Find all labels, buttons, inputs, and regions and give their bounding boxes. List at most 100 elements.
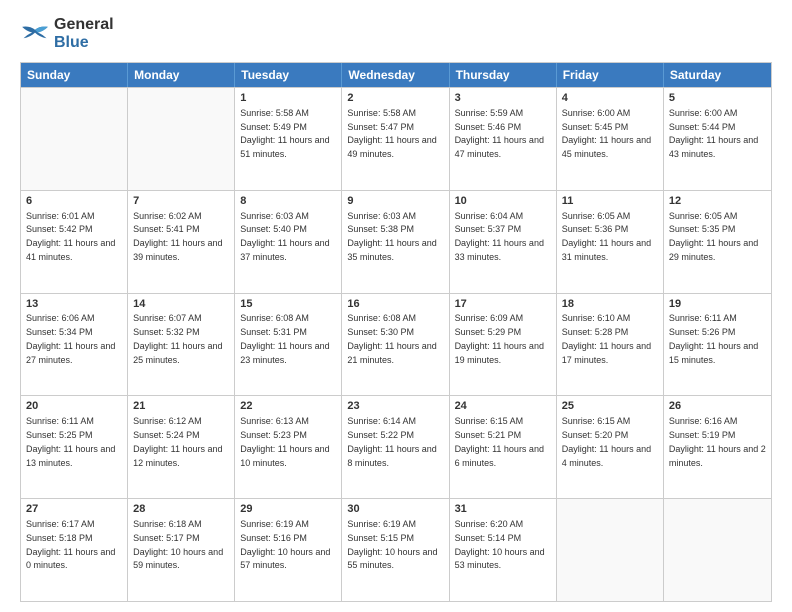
day-number: 16 [347, 297, 443, 312]
cell-text: Sunset: 5:29 PM [455, 327, 522, 337]
logo-bird-icon [20, 24, 50, 44]
cell-text: Daylight: 11 hours and 6 minutes. [455, 444, 544, 468]
cell-text: Daylight: 11 hours and 13 minutes. [26, 444, 115, 468]
calendar-cell: 8Sunrise: 6:03 AMSunset: 5:40 PMDaylight… [235, 191, 342, 293]
cell-text: Sunrise: 6:13 AM [240, 416, 309, 426]
day-number: 17 [455, 297, 551, 312]
cell-text: Sunset: 5:22 PM [347, 430, 414, 440]
cell-text: Sunrise: 6:12 AM [133, 416, 202, 426]
calendar-cell: 16Sunrise: 6:08 AMSunset: 5:30 PMDayligh… [342, 294, 449, 396]
day-number: 20 [26, 399, 122, 414]
day-number: 22 [240, 399, 336, 414]
calendar-cell: 10Sunrise: 6:04 AMSunset: 5:37 PMDayligh… [450, 191, 557, 293]
cell-text: Sunrise: 6:00 AM [669, 108, 738, 118]
cell-text: Daylight: 11 hours and 37 minutes. [240, 238, 329, 262]
cal-header-day: Wednesday [342, 63, 449, 87]
cell-text: Daylight: 11 hours and 2 minutes. [669, 444, 766, 468]
cell-text: Daylight: 11 hours and 49 minutes. [347, 135, 436, 159]
cell-text: Sunset: 5:42 PM [26, 224, 93, 234]
header: General Blue [20, 16, 772, 52]
calendar-cell: 28Sunrise: 6:18 AMSunset: 5:17 PMDayligh… [128, 499, 235, 601]
cell-text: Daylight: 11 hours and 41 minutes. [26, 238, 115, 262]
cell-text: Daylight: 11 hours and 0 minutes. [26, 547, 115, 571]
cell-text: Daylight: 11 hours and 4 minutes. [562, 444, 651, 468]
cal-header-day: Monday [128, 63, 235, 87]
cal-header-day: Tuesday [235, 63, 342, 87]
day-number: 11 [562, 194, 658, 209]
cell-text: Sunset: 5:26 PM [669, 327, 736, 337]
cell-text: Sunset: 5:24 PM [133, 430, 200, 440]
calendar-cell: 17Sunrise: 6:09 AMSunset: 5:29 PMDayligh… [450, 294, 557, 396]
day-number: 6 [26, 194, 122, 209]
calendar-cell: 22Sunrise: 6:13 AMSunset: 5:23 PMDayligh… [235, 396, 342, 498]
calendar-cell: 25Sunrise: 6:15 AMSunset: 5:20 PMDayligh… [557, 396, 664, 498]
cell-text: Sunrise: 6:16 AM [669, 416, 738, 426]
cell-text: Sunrise: 6:15 AM [455, 416, 524, 426]
cal-header-day: Thursday [450, 63, 557, 87]
calendar-cell: 20Sunrise: 6:11 AMSunset: 5:25 PMDayligh… [21, 396, 128, 498]
day-number: 8 [240, 194, 336, 209]
calendar-row: 20Sunrise: 6:11 AMSunset: 5:25 PMDayligh… [21, 395, 771, 498]
day-number: 5 [669, 91, 766, 106]
logo-blue: Blue [54, 34, 89, 51]
cell-text: Daylight: 11 hours and 31 minutes. [562, 238, 651, 262]
calendar-cell: 3Sunrise: 5:59 AMSunset: 5:46 PMDaylight… [450, 88, 557, 190]
cell-text: Sunrise: 6:08 AM [240, 313, 309, 323]
cell-text: Sunset: 5:35 PM [669, 224, 736, 234]
cell-text: Sunrise: 6:19 AM [240, 519, 309, 529]
cell-text: Sunset: 5:37 PM [455, 224, 522, 234]
logo: General Blue [20, 16, 114, 52]
cell-text: Sunrise: 6:14 AM [347, 416, 416, 426]
cell-text: Daylight: 10 hours and 57 minutes. [240, 547, 330, 571]
calendar-cell: 29Sunrise: 6:19 AMSunset: 5:16 PMDayligh… [235, 499, 342, 601]
calendar-cell: 5Sunrise: 6:00 AMSunset: 5:44 PMDaylight… [664, 88, 771, 190]
cell-text: Daylight: 11 hours and 25 minutes. [133, 341, 222, 365]
cell-text: Sunrise: 6:04 AM [455, 211, 524, 221]
page: General Blue SundayMondayTuesdayWednesda… [0, 0, 792, 612]
calendar-cell [128, 88, 235, 190]
calendar-cell: 19Sunrise: 6:11 AMSunset: 5:26 PMDayligh… [664, 294, 771, 396]
cell-text: Sunset: 5:40 PM [240, 224, 307, 234]
cell-text: Sunrise: 6:11 AM [669, 313, 737, 323]
cell-text: Sunrise: 6:10 AM [562, 313, 631, 323]
day-number: 14 [133, 297, 229, 312]
cal-header-day: Saturday [664, 63, 771, 87]
day-number: 15 [240, 297, 336, 312]
day-number: 23 [347, 399, 443, 414]
cell-text: Daylight: 11 hours and 21 minutes. [347, 341, 436, 365]
day-number: 2 [347, 91, 443, 106]
calendar-cell [664, 499, 771, 601]
day-number: 30 [347, 502, 443, 517]
cell-text: Daylight: 10 hours and 55 minutes. [347, 547, 437, 571]
cell-text: Daylight: 11 hours and 19 minutes. [455, 341, 544, 365]
cell-text: Sunrise: 5:58 AM [240, 108, 309, 118]
calendar-cell: 7Sunrise: 6:02 AMSunset: 5:41 PMDaylight… [128, 191, 235, 293]
day-number: 26 [669, 399, 766, 414]
cell-text: Sunset: 5:32 PM [133, 327, 200, 337]
cell-text: Daylight: 11 hours and 39 minutes. [133, 238, 222, 262]
day-number: 31 [455, 502, 551, 517]
cell-text: Daylight: 11 hours and 43 minutes. [669, 135, 758, 159]
cell-text: Sunrise: 5:59 AM [455, 108, 524, 118]
calendar-cell: 12Sunrise: 6:05 AMSunset: 5:35 PMDayligh… [664, 191, 771, 293]
calendar-cell: 11Sunrise: 6:05 AMSunset: 5:36 PMDayligh… [557, 191, 664, 293]
cell-text: Sunset: 5:38 PM [347, 224, 414, 234]
calendar-cell: 13Sunrise: 6:06 AMSunset: 5:34 PMDayligh… [21, 294, 128, 396]
cell-text: Daylight: 11 hours and 35 minutes. [347, 238, 436, 262]
cell-text: Sunrise: 6:00 AM [562, 108, 631, 118]
cell-text: Sunset: 5:15 PM [347, 533, 414, 543]
calendar-row: 1Sunrise: 5:58 AMSunset: 5:49 PMDaylight… [21, 87, 771, 190]
cell-text: Daylight: 11 hours and 10 minutes. [240, 444, 329, 468]
cell-text: Daylight: 11 hours and 23 minutes. [240, 341, 329, 365]
calendar-cell: 26Sunrise: 6:16 AMSunset: 5:19 PMDayligh… [664, 396, 771, 498]
cell-text: Daylight: 10 hours and 53 minutes. [455, 547, 545, 571]
cell-text: Daylight: 10 hours and 59 minutes. [133, 547, 223, 571]
calendar-cell: 18Sunrise: 6:10 AMSunset: 5:28 PMDayligh… [557, 294, 664, 396]
day-number: 9 [347, 194, 443, 209]
calendar-row: 13Sunrise: 6:06 AMSunset: 5:34 PMDayligh… [21, 293, 771, 396]
cell-text: Sunset: 5:46 PM [455, 122, 522, 132]
cell-text: Daylight: 11 hours and 29 minutes. [669, 238, 758, 262]
cell-text: Sunset: 5:49 PM [240, 122, 307, 132]
cell-text: Sunset: 5:45 PM [562, 122, 629, 132]
cell-text: Sunset: 5:25 PM [26, 430, 93, 440]
